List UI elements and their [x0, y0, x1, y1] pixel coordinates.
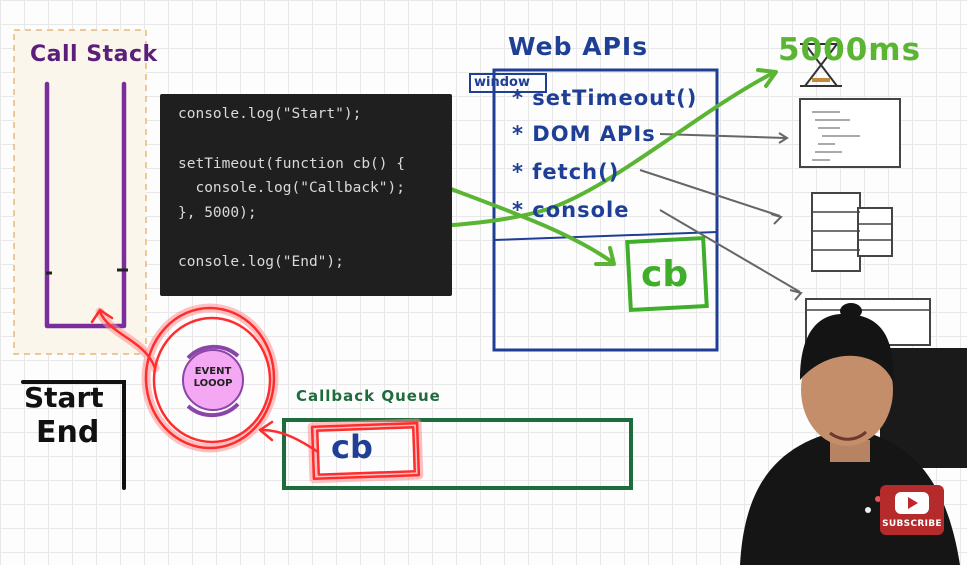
api-item-label: setTimeout(): [532, 86, 698, 110]
youtube-play-icon: [895, 492, 929, 514]
api-item-label: DOM APIs: [532, 122, 656, 146]
code-line: setTimeout(function cb() {: [178, 156, 405, 172]
api-item-label: console: [532, 198, 630, 222]
api-item-label: fetch(): [532, 160, 620, 184]
dom-document-sketch: [799, 98, 901, 168]
event-loop-label-line: EVENT: [194, 366, 232, 377]
call-stack-title: Call Stack: [30, 42, 158, 67]
api-item-fetch: * fetch(): [512, 160, 620, 184]
code-line: }, 5000);: [178, 205, 257, 221]
subscribe-label: SUBSCRIBE: [882, 519, 942, 529]
api-item-settimeout: * setTimeout(): [512, 86, 698, 110]
timer-label: 5000ms: [778, 32, 922, 68]
api-item-console: * console: [512, 198, 630, 222]
code-line: console.log("End");: [178, 254, 344, 270]
code-line: console.log("Callback");: [178, 180, 405, 196]
console-output-start: Start: [24, 381, 104, 414]
server-rack-sketch: [811, 192, 893, 272]
event-loop-label: EVENT LOOOP: [191, 366, 235, 390]
web-apis-title: Web APIs: [508, 32, 649, 61]
web-apis-cb-label: cb: [641, 254, 689, 295]
subscribe-button[interactable]: SUBSCRIBE: [880, 485, 944, 535]
code-editor-panel: console.log("Start"); setTimeout(functio…: [160, 94, 452, 296]
callback-queue-title: Callback Queue: [296, 387, 441, 405]
callback-queue-item: cb: [331, 428, 373, 466]
code-line: console.log("Start");: [178, 106, 362, 122]
event-loop-label-line: LOOOP: [193, 378, 233, 389]
api-item-dom: * DOM APIs: [512, 122, 656, 146]
console-output-end: End: [36, 415, 100, 450]
